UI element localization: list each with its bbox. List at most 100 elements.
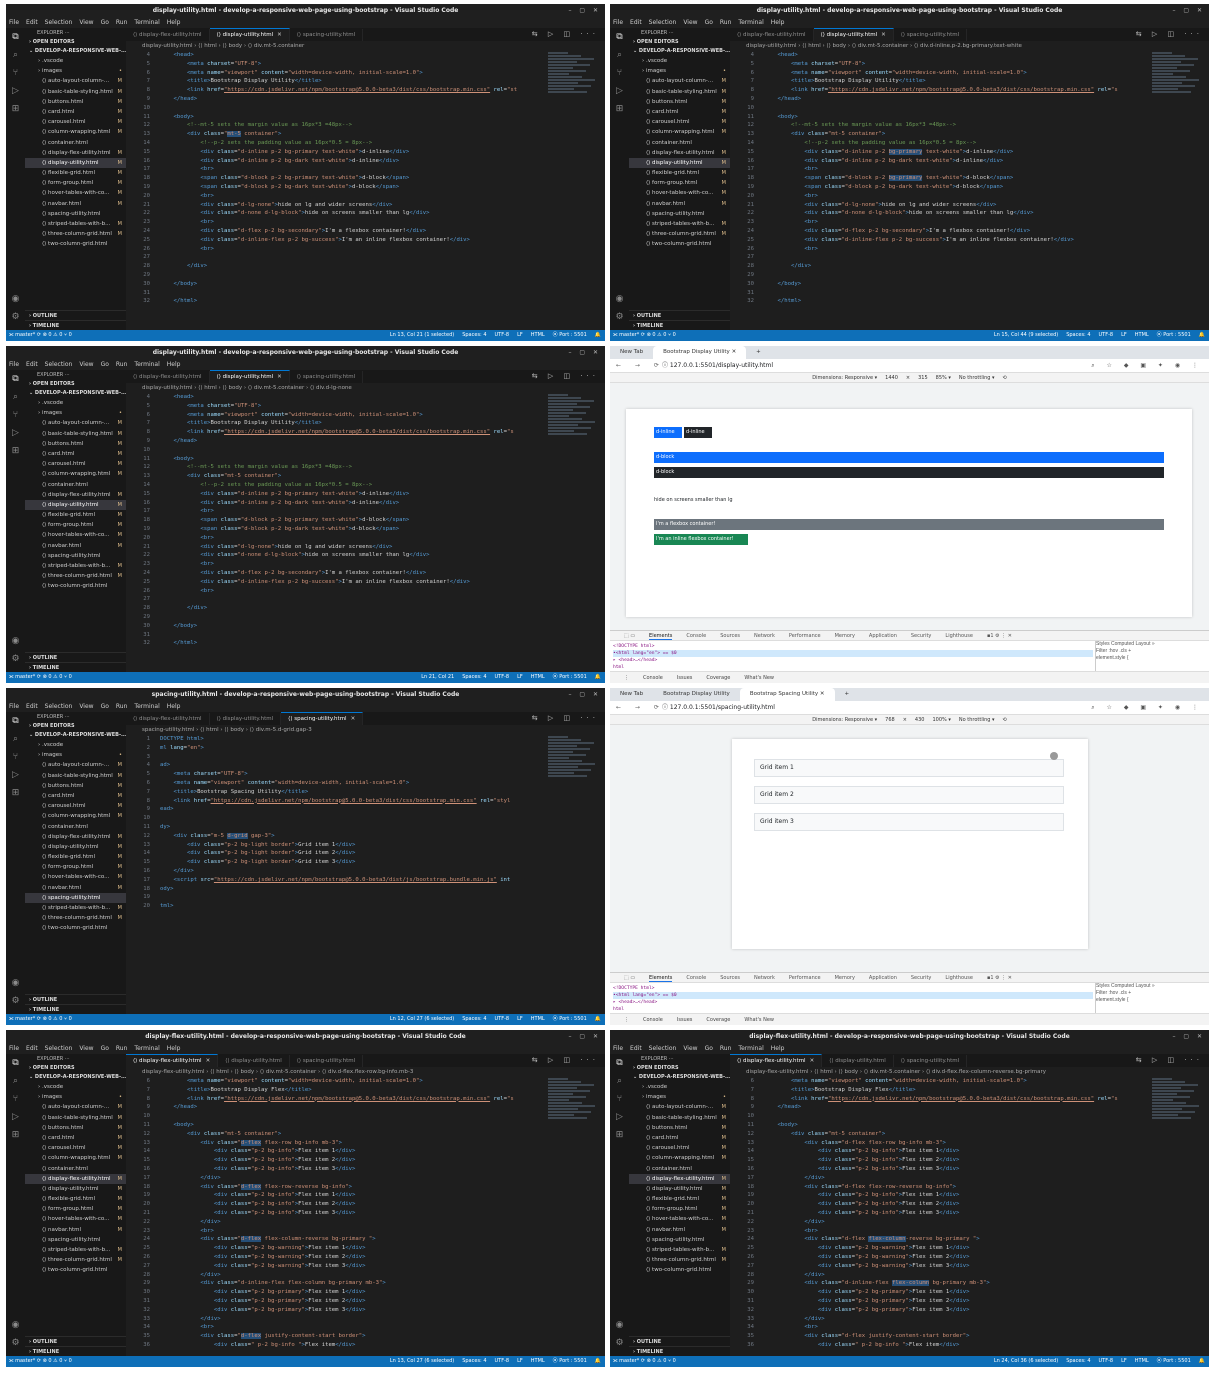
- tab-spacing[interactable]: ⟨⟩ spacing-utility.html: [290, 1055, 364, 1067]
- devtools-tab[interactable]: Sources: [720, 975, 740, 981]
- file-item[interactable]: ⟨⟩ buttons.html M: [25, 97, 126, 107]
- file-item[interactable]: ⟨⟩ display-flex-utility.html M: [25, 1173, 126, 1184]
- file-item[interactable]: ⟨⟩ form-group.html M: [25, 862, 126, 872]
- outline-section[interactable]: › OUTLINE: [629, 310, 730, 320]
- menu-edit[interactable]: Edit: [630, 19, 642, 26]
- file-item[interactable]: ⟨⟩ card.html M: [629, 1133, 730, 1143]
- devtools-tab[interactable]: Console: [686, 975, 706, 981]
- source-control-icon[interactable]: ⑂: [6, 748, 25, 766]
- devtools-tab[interactable]: Elements: [649, 633, 673, 640]
- code-editor[interactable]: 4 <head> 5 <meta charset="UTF-8"> 6 <meta …: [126, 51, 548, 330]
- minimap[interactable]: [548, 51, 605, 97]
- status-item[interactable]: 🔔: [595, 332, 601, 338]
- status-item[interactable]: Spaces: 4: [462, 1016, 486, 1022]
- menu-terminal[interactable]: Terminal: [134, 703, 159, 710]
- drawer-tab[interactable]: What's New: [744, 1017, 774, 1023]
- close-tab-icon[interactable]: ✕: [881, 32, 886, 38]
- file-item[interactable]: ⟨⟩ form-group.html M: [25, 178, 126, 188]
- minimap[interactable]: [548, 1077, 605, 1123]
- status-left[interactable]: ⫘ master* ⟳ ⊗ 0 ⚠ 0 ⑂ 0: [613, 1356, 676, 1367]
- drawer-tab[interactable]: Console: [643, 675, 663, 681]
- minimap[interactable]: [1152, 51, 1209, 97]
- status-left[interactable]: ⫘ master* ⟳ ⊗ 0 ⚠ 0 ⑂ 0: [9, 1356, 72, 1367]
- status-item[interactable]: ⦿ Port : 5501: [553, 674, 587, 680]
- file-item[interactable]: ⟨⟩ column-wrapping.html M: [25, 1153, 126, 1163]
- file-item[interactable]: ⟨⟩ hover-tables-with-co... M: [25, 872, 126, 882]
- timeline-section[interactable]: › TIMELINE: [629, 320, 730, 330]
- nav-buttons[interactable]: ← → ⟳: [616, 359, 665, 372]
- browser-tab[interactable]: New Tab: [610, 688, 653, 701]
- minimap[interactable]: [1152, 1077, 1209, 1123]
- status-item[interactable]: Spaces: 4: [462, 674, 486, 680]
- account-icon[interactable]: ◉: [6, 1316, 25, 1334]
- file-item[interactable]: ⟨⟩ spacing-utility.html: [629, 1235, 730, 1245]
- status-item[interactable]: Spaces: 4: [1066, 332, 1090, 338]
- manage-gear-icon[interactable]: ⚙: [6, 308, 25, 326]
- status-item[interactable]: LF: [517, 674, 523, 680]
- outline-section[interactable]: › OUTLINE: [25, 994, 126, 1004]
- extensions-icon[interactable]: ⊞: [6, 442, 25, 460]
- issues-badge[interactable]: ▪1 ⚙ ⋮ ✕: [987, 975, 1012, 981]
- file-item[interactable]: › images •: [629, 1092, 730, 1102]
- file-item[interactable]: ⟨⟩ auto-layout-column-... M: [629, 76, 730, 86]
- project-folder[interactable]: ⌄ DEVELOP-A-RESPONSIVE-WEB-...: [25, 1073, 126, 1082]
- menu-terminal[interactable]: Terminal: [134, 361, 159, 368]
- file-item[interactable]: ⟨⟩ carousel.html M: [25, 459, 126, 469]
- menu-help[interactable]: Help: [167, 361, 181, 368]
- manage-gear-icon[interactable]: ⚙: [6, 1334, 25, 1352]
- menu-run[interactable]: Run: [116, 703, 128, 710]
- open-editors-section[interactable]: › OPEN EDITORS: [629, 38, 730, 47]
- file-item[interactable]: ⟨⟩ two-column-grid.html: [629, 1265, 730, 1275]
- menu-terminal[interactable]: Terminal: [738, 1045, 763, 1052]
- close-tab-icon[interactable]: ✕: [810, 1058, 815, 1064]
- file-item[interactable]: ⟨⟩ container.html: [25, 1164, 126, 1174]
- devtools-tab[interactable]: Performance: [789, 633, 821, 639]
- menu-file[interactable]: File: [9, 1045, 19, 1052]
- search-icon[interactable]: ⌕: [610, 1072, 629, 1090]
- menu-help[interactable]: Help: [167, 1045, 181, 1052]
- file-item[interactable]: ⟨⟩ striped-tables-with-b... M: [629, 219, 730, 229]
- file-item[interactable]: ⟨⟩ two-column-grid.html: [629, 239, 730, 249]
- extensions-icon[interactable]: ⊞: [610, 1126, 629, 1144]
- tab-spacing[interactable]: ⟨⟩ spacing-utility.html: [894, 1055, 968, 1067]
- code-editor[interactable]: 1 DOCTYPE html> 2 ml lang="en"> 3 4 ad> 5 <meta…: [126, 735, 548, 1014]
- close-tab-icon[interactable]: ✕: [277, 32, 282, 38]
- file-item[interactable]: ⟨⟩ auto-layout-column-... M: [25, 1102, 126, 1112]
- files-icon[interactable]: ⧉: [6, 712, 25, 730]
- timeline-section[interactable]: › TIMELINE: [25, 662, 126, 672]
- tab-spacing[interactable]: ⟨⟩ spacing-utility.html: [290, 29, 364, 41]
- file-item[interactable]: ⟨⟩ display-utility.html M: [629, 1184, 730, 1194]
- file-item[interactable]: ⟨⟩ carousel.html M: [25, 117, 126, 127]
- editor-actions[interactable]: ⇆ ▷ ◫ ···: [532, 712, 599, 725]
- file-item[interactable]: ⟨⟩ striped-tables-with-b... M: [629, 1245, 730, 1255]
- drawer-tab[interactable]: Console: [643, 1017, 663, 1023]
- menu-edit[interactable]: Edit: [26, 1045, 38, 1052]
- file-item[interactable]: › .vscode: [25, 740, 126, 750]
- status-item[interactable]: HTML: [531, 332, 545, 338]
- status-item[interactable]: HTML: [1135, 1358, 1149, 1364]
- timeline-section[interactable]: › TIMELINE: [25, 1004, 126, 1014]
- menu-edit[interactable]: Edit: [26, 361, 38, 368]
- window-controls[interactable]: – ▢ ✕: [1172, 1030, 1205, 1043]
- menu-view[interactable]: View: [79, 703, 93, 710]
- tab-flex[interactable]: ⟨⟩ display-flex-utility.html: [126, 29, 210, 41]
- status-left[interactable]: ⫘ master* ⟳ ⊗ 0 ⚠ 0 ⑂ 0: [9, 672, 72, 683]
- file-item[interactable]: ⟨⟩ display-flex-utility.html M: [25, 832, 126, 842]
- file-item[interactable]: ⟨⟩ buttons.html M: [25, 1123, 126, 1133]
- file-item[interactable]: ⟨⟩ two-column-grid.html: [25, 923, 126, 933]
- account-icon[interactable]: ◉: [610, 1316, 629, 1334]
- file-item[interactable]: ⟨⟩ buttons.html M: [25, 439, 126, 449]
- file-item[interactable]: ⟨⟩ auto-layout-column-... M: [25, 418, 126, 428]
- source-control-icon[interactable]: ⑂: [6, 64, 25, 82]
- dimensions-select[interactable]: Dimensions: Responsive ▾: [812, 717, 877, 723]
- dimensions-select[interactable]: Dimensions: Responsive ▾: [812, 375, 877, 381]
- menu-go[interactable]: Go: [705, 19, 713, 26]
- search-icon[interactable]: ⌕: [6, 730, 25, 748]
- file-item[interactable]: ⟨⟩ spacing-utility.html: [25, 892, 126, 903]
- file-item[interactable]: ⟨⟩ display-flex-utility.html M: [629, 1173, 730, 1184]
- status-item[interactable]: LF: [517, 332, 523, 338]
- devtools-tab[interactable]: Application: [869, 975, 897, 981]
- tab-flex[interactable]: ⟨⟩ display-flex-utility.html: [126, 713, 210, 725]
- menu-view[interactable]: View: [79, 19, 93, 26]
- status-item[interactable]: HTML: [1135, 332, 1149, 338]
